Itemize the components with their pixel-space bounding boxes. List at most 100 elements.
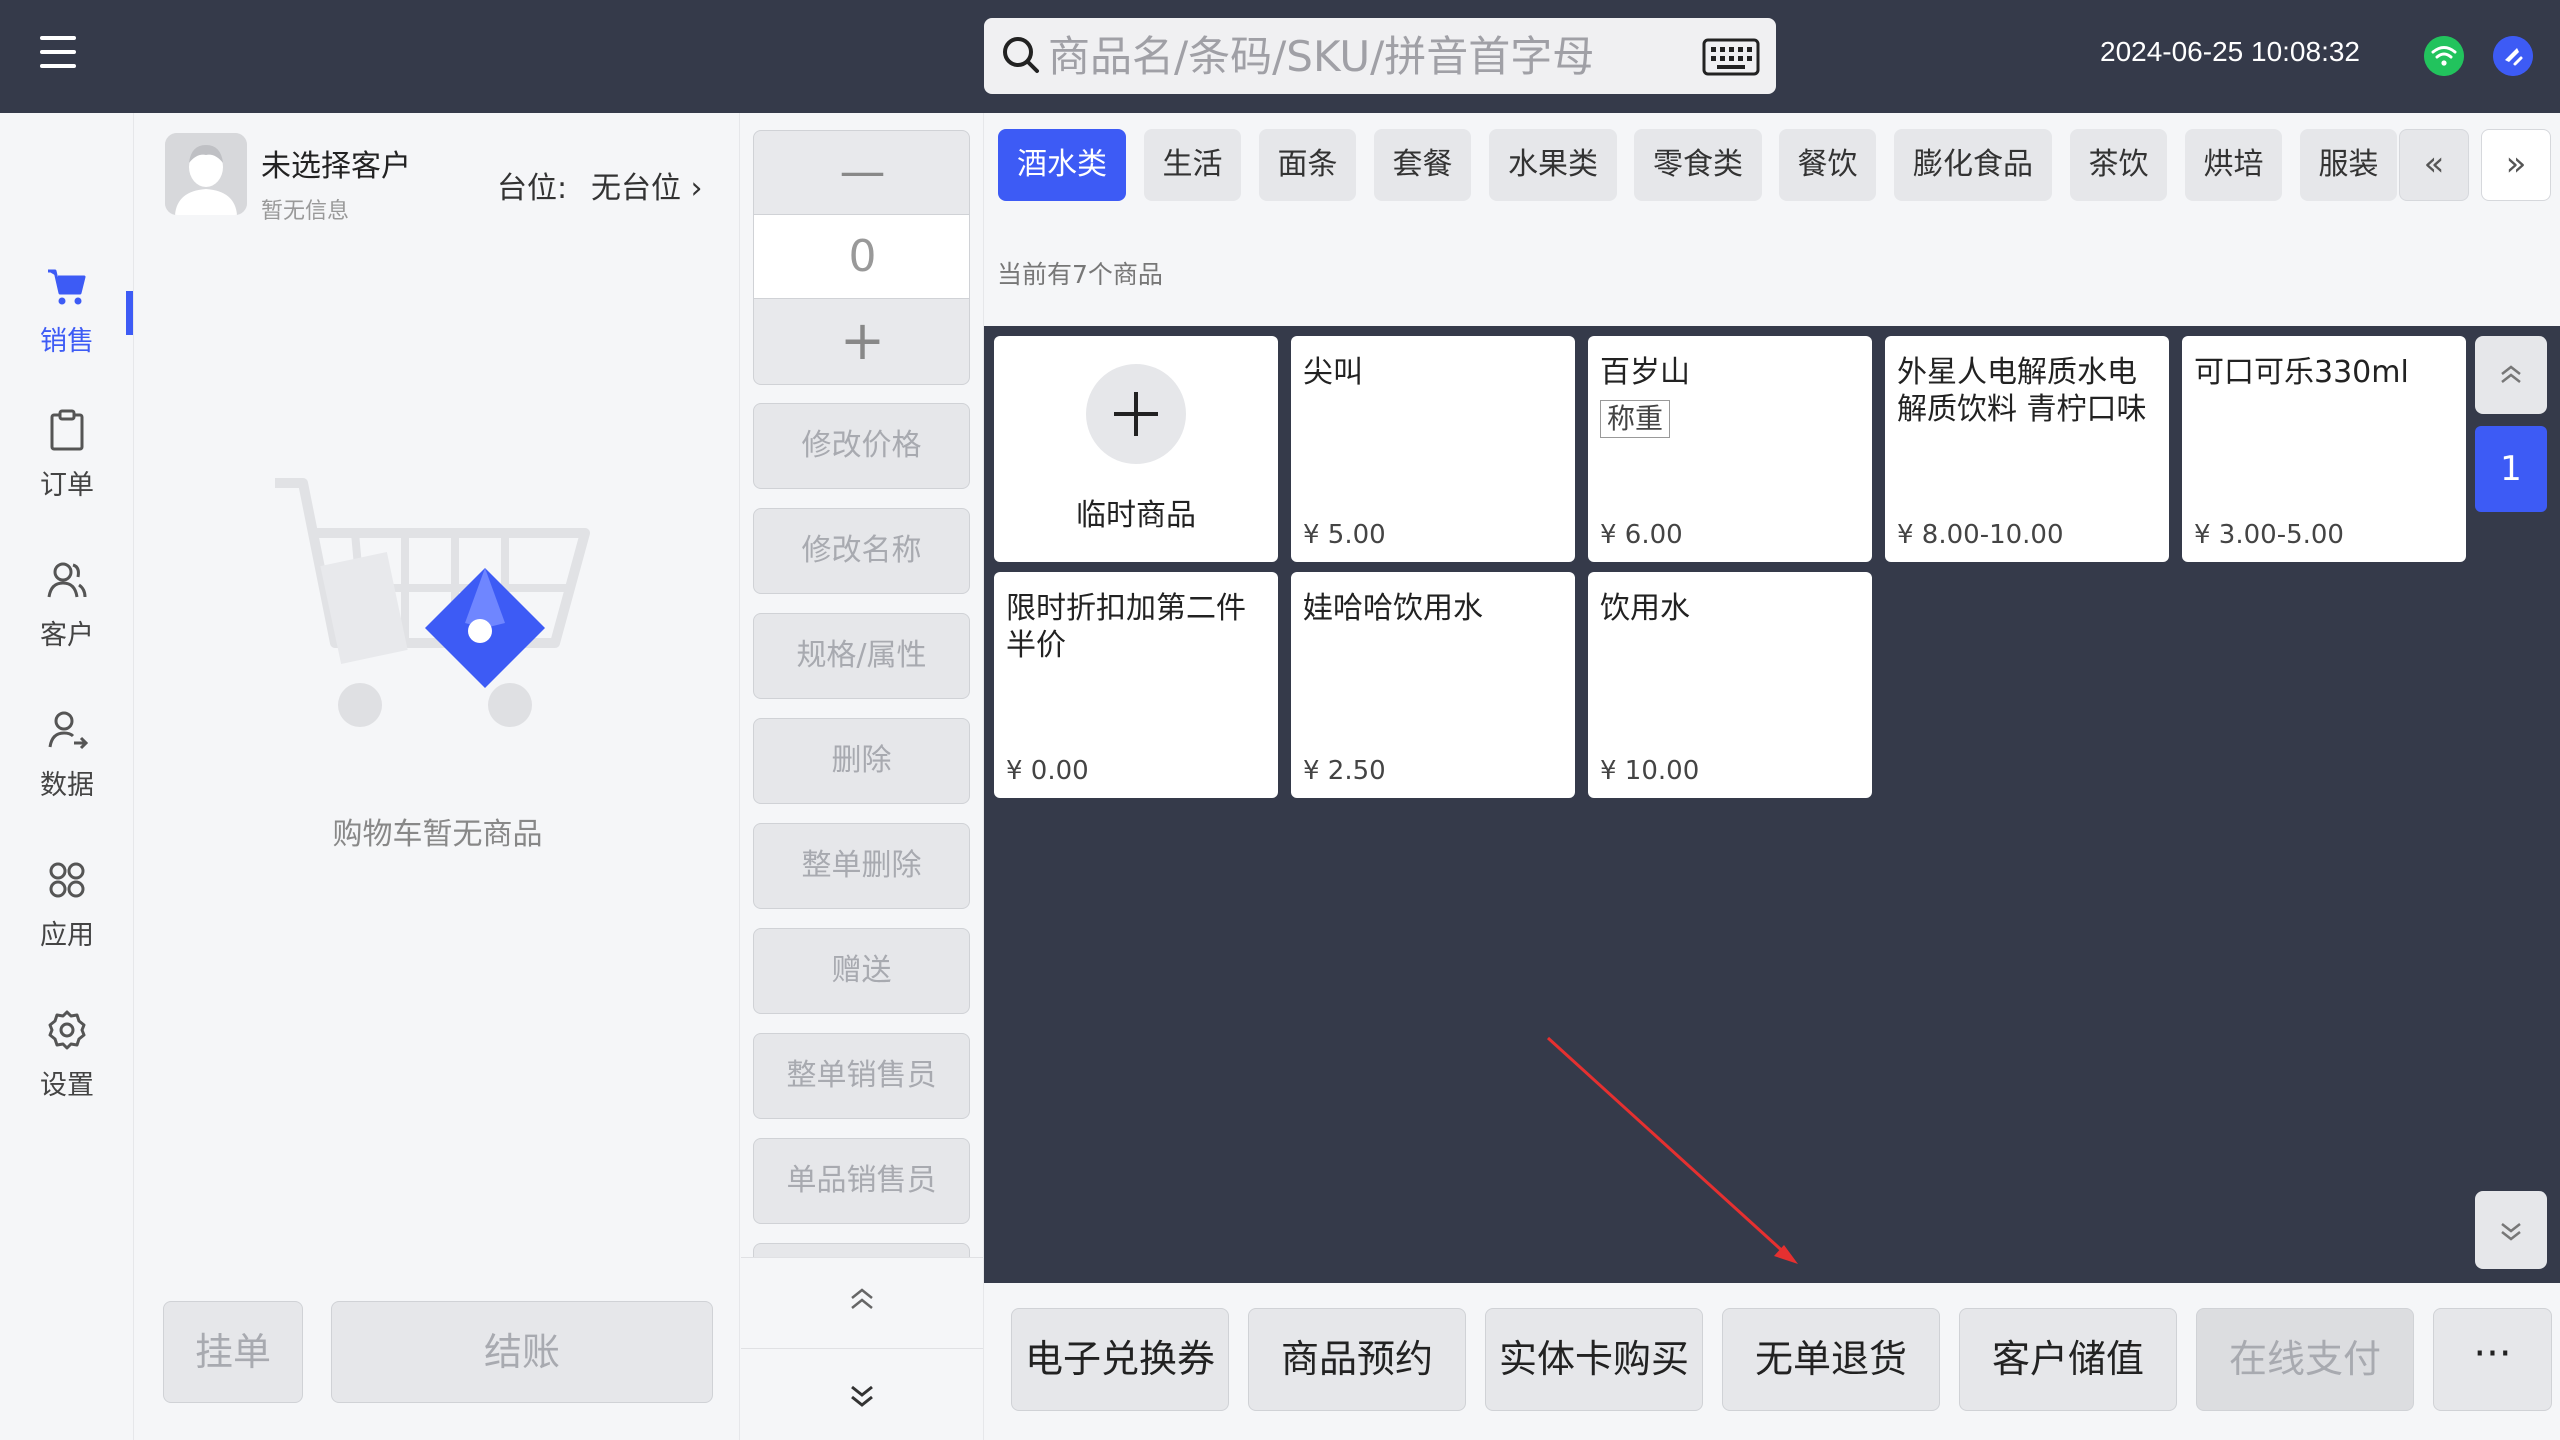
quantity-plus-button[interactable]: + [754, 299, 969, 384]
product-name: 可口可乐330ml [2194, 355, 2409, 390]
product-price: ¥ 8.00-10.00 [1897, 520, 2064, 550]
hold-order-button[interactable]: 挂单 [163, 1301, 303, 1403]
user-avatar-icon [165, 133, 247, 215]
customer-name[interactable]: 未选择客户 [261, 141, 411, 185]
nav-label: 应用 [40, 920, 94, 951]
category-tab-clothing[interactable]: 服装 [2300, 129, 2397, 201]
nav-item-sales[interactable]: 销售 [0, 213, 134, 357]
quantity-value[interactable]: 0 [754, 215, 969, 299]
category-tab-combo[interactable]: 套餐 [1374, 129, 1471, 201]
function-bar: 电子兑换券 商品预约 实体卡购买 无单退货 客户储值 在线支付 ··· [984, 1283, 2560, 1440]
table-selector[interactable]: 无台位 › [591, 163, 703, 207]
apps-grid-icon [49, 862, 85, 898]
category-tab-tea[interactable]: 茶饮 [2070, 129, 2167, 201]
category-tab-living[interactable]: 生活 [1144, 129, 1241, 201]
category-tab-drinks[interactable]: 酒水类 [998, 129, 1126, 201]
nav-item-data[interactable]: 数据 [0, 663, 134, 801]
product-name: 尖叫 [1303, 355, 1363, 390]
gear-icon [48, 1010, 86, 1050]
hidden-action-button [753, 1243, 970, 1257]
add-icon [1086, 364, 1186, 464]
product-price: ¥ 2.50 [1303, 756, 1386, 786]
product-name: 外星人电解质水电解质饮料 青柠口味 [1897, 355, 2147, 427]
product-reservation-button[interactable]: 商品预约 [1248, 1308, 1466, 1411]
scroll-down-button[interactable] [741, 1349, 983, 1440]
spec-attribute-button[interactable]: 规格/属性 [753, 613, 970, 699]
weighed-tag: 称重 [1600, 400, 1671, 438]
product-count: 当前有7个商品 [997, 260, 1163, 289]
scroll-up-button[interactable] [741, 1258, 983, 1349]
nav-item-orders[interactable]: 订单 [0, 363, 134, 501]
product-card[interactable]: 可口可乐330ml ¥ 3.00-5.00 [2182, 336, 2466, 562]
datetime-display: 2024-06-25 10:08:32 [2100, 36, 2360, 67]
clipboard-icon [50, 409, 84, 451]
empty-cart-icon [275, 478, 590, 727]
search-icon [1003, 37, 1039, 73]
checkout-button[interactable]: 结账 [331, 1301, 713, 1403]
category-tab-baking[interactable]: 烘培 [2185, 129, 2282, 201]
product-card[interactable]: 娃哈哈饮用水 ¥ 2.50 [1291, 572, 1575, 798]
physical-card-purchase-button[interactable]: 实体卡购买 [1485, 1308, 1703, 1411]
gift-button[interactable]: 赠送 [753, 928, 970, 1014]
category-next-button[interactable]: » [2481, 129, 2551, 201]
product-grid: 临时商品 尖叫 ¥ 5.00 百岁山 称重 ¥ 6.00 外星人电解质水电解质饮… [984, 326, 2560, 1283]
product-card[interactable]: 外星人电解质水电解质饮料 青柠口味 ¥ 8.00-10.00 [1885, 336, 2169, 562]
users-icon [47, 562, 87, 598]
search-input[interactable] [1048, 26, 1668, 86]
return-without-receipt-button[interactable]: 无单退货 [1722, 1308, 1940, 1411]
product-price: ¥ 0.00 [1006, 756, 1089, 786]
category-tab-noodles[interactable]: 面条 [1259, 129, 1356, 201]
temp-product-card[interactable]: 临时商品 [994, 336, 1278, 562]
order-salesperson-button[interactable]: 整单销售员 [753, 1033, 970, 1119]
quantity-stepper: — 0 + [753, 130, 970, 385]
more-button[interactable]: ··· [2433, 1308, 2552, 1411]
quantity-minus-button[interactable]: — [754, 131, 969, 215]
double-chevron-down-icon [2501, 1223, 2521, 1241]
nav-label: 销售 [40, 326, 94, 357]
modify-name-button[interactable]: 修改名称 [753, 508, 970, 594]
category-tab-fruit[interactable]: 水果类 [1489, 129, 1617, 201]
table-label: 台位: [497, 171, 568, 206]
keyboard-icon[interactable] [1702, 38, 1760, 76]
category-tab-food[interactable]: 餐饮 [1779, 129, 1876, 201]
cart-icon [48, 269, 86, 305]
nav-item-settings[interactable]: 设置 [0, 963, 134, 1101]
page-down-button[interactable] [2475, 1191, 2547, 1269]
product-card[interactable]: 尖叫 ¥ 5.00 [1291, 336, 1575, 562]
temp-product-label: 临时商品 [1076, 498, 1196, 533]
sync-icon[interactable] [2493, 36, 2533, 76]
modify-price-button[interactable]: 修改价格 [753, 403, 970, 489]
e-voucher-button[interactable]: 电子兑换券 [1011, 1308, 1229, 1411]
nav-label: 数据 [40, 770, 94, 801]
customer-info: 暂无信息 [261, 199, 350, 224]
cart-actions-column: — 0 + 修改价格 修改名称 规格/属性 删除 整单删除 赠送 整单销售员 单… [741, 113, 983, 1440]
nav-label: 订单 [40, 470, 94, 501]
category-tab-puffed-food[interactable]: 膨化食品 [1894, 129, 2052, 201]
page-up-button[interactable] [2475, 336, 2547, 414]
product-price: ¥ 10.00 [1600, 756, 1700, 786]
delete-button[interactable]: 删除 [753, 718, 970, 804]
item-salesperson-button[interactable]: 单品销售员 [753, 1138, 970, 1224]
product-card[interactable]: 饮用水 ¥ 10.00 [1588, 572, 1872, 798]
category-tab-snacks[interactable]: 零食类 [1634, 129, 1762, 201]
wifi-icon[interactable] [2424, 36, 2464, 76]
product-name: 饮用水 [1600, 591, 1690, 626]
search-bar[interactable] [984, 18, 1776, 94]
product-name: 限时折扣加第二件半价 [1006, 591, 1246, 663]
product-card[interactable]: 百岁山 称重 ¥ 6.00 [1588, 336, 1872, 562]
customer-deposit-button[interactable]: 客户储值 [1959, 1308, 2177, 1411]
online-payment-button[interactable]: 在线支付 [2196, 1308, 2414, 1411]
hamburger-menu-icon[interactable] [40, 34, 80, 70]
current-page-indicator[interactable]: 1 [2475, 426, 2547, 512]
nav-item-apps[interactable]: 应用 [0, 813, 134, 951]
user-data-icon [48, 711, 88, 750]
nav-label: 客户 [40, 620, 94, 651]
product-card[interactable]: 限时折扣加第二件半价 ¥ 0.00 [994, 572, 1278, 798]
product-price: ¥ 6.00 [1600, 520, 1683, 550]
avatar[interactable] [165, 133, 247, 215]
nav-item-customers[interactable]: 客户 [0, 513, 134, 651]
product-name: 娃哈哈饮用水 [1303, 591, 1483, 626]
category-prev-button[interactable]: « [2399, 129, 2469, 201]
left-navigation: 销售 订单 客户 数据 应用 设置 [0, 113, 134, 1440]
delete-order-button[interactable]: 整单删除 [753, 823, 970, 909]
